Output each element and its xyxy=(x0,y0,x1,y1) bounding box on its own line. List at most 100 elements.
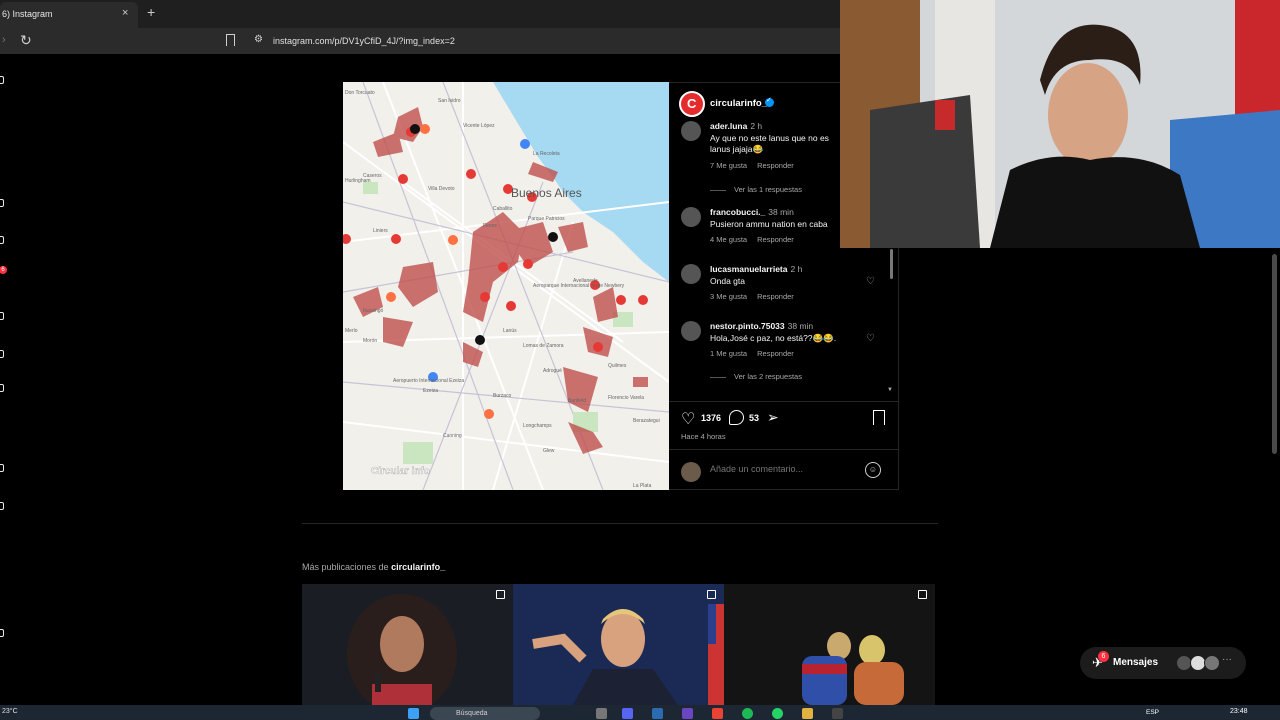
map-place-label: Liniers xyxy=(373,228,388,234)
comment-username[interactable]: nestor.pinto.75033 38 min xyxy=(710,321,813,331)
page-scrollbar[interactable] xyxy=(1272,254,1277,454)
app-icon[interactable] xyxy=(652,708,663,719)
more-posts-heading: Más publicaciones de circularinfo_ xyxy=(302,562,445,572)
reply-button[interactable]: Responder xyxy=(757,161,794,170)
commenter-avatar[interactable] xyxy=(681,207,701,227)
like-heart-icon[interactable]: ♡ xyxy=(681,409,695,429)
map-place-label: Glew xyxy=(543,448,555,454)
map-watermark: Circular info xyxy=(371,466,430,477)
like-count[interactable]: 1376 xyxy=(701,413,721,423)
more-posts-prefix: Más publicaciones de xyxy=(302,562,389,572)
url-field[interactable]: instagram.com/p/DV1yCfiD_4J/?img_index=2 xyxy=(273,36,455,46)
app-icon[interactable] xyxy=(832,708,843,719)
reload-icon[interactable]: ↻ xyxy=(20,32,32,49)
profile-icon[interactable] xyxy=(0,502,4,510)
comment-meta: 4 Me gusta Responder xyxy=(710,235,804,244)
file-explorer-icon[interactable] xyxy=(802,708,813,719)
comment-bubble-icon[interactable] xyxy=(729,410,744,425)
post-thumbnail-singer[interactable] xyxy=(302,584,513,705)
app-icon[interactable] xyxy=(682,708,693,719)
map-place-label: Villa Devoto xyxy=(428,186,455,192)
username-text[interactable]: ader.luna xyxy=(710,121,747,131)
reels-icon[interactable] xyxy=(0,312,4,320)
new-tab-button[interactable]: + xyxy=(147,4,155,20)
messenger-icon[interactable] xyxy=(0,350,4,358)
view-replies-button[interactable]: Ver las 1 respuestas xyxy=(710,185,802,194)
close-tab-icon[interactable]: × xyxy=(122,7,128,19)
username-text[interactable]: francobucci._ xyxy=(710,207,765,217)
task-view-icon[interactable] xyxy=(596,708,607,719)
language-indicator[interactable]: ESP xyxy=(1146,709,1159,716)
map-place-label: Florencio Varela xyxy=(608,395,644,401)
post-thumbnail-politician[interactable] xyxy=(513,584,724,705)
comment-like-heart-icon[interactable]: ♡ xyxy=(866,333,875,344)
map-place-label: Longchamps xyxy=(523,423,552,429)
create-icon[interactable] xyxy=(0,464,4,472)
more-icon: ··· xyxy=(1222,654,1232,665)
comments-scrollbar[interactable] xyxy=(890,249,893,279)
comment-username[interactable]: ader.luna 2 h xyxy=(710,121,762,131)
webcam-video xyxy=(840,0,1280,248)
windows-start-icon[interactable] xyxy=(408,708,419,719)
username-text[interactable]: nestor.pinto.75033 xyxy=(710,321,785,331)
more-posts-account[interactable]: circularinfo_ xyxy=(391,562,445,572)
map-place-label: La Plata xyxy=(633,483,652,489)
emoji-icon[interactable]: ☺ xyxy=(865,462,881,478)
search-nav-icon[interactable] xyxy=(0,199,4,207)
clock[interactable]: 23:48 xyxy=(1230,708,1248,715)
verified-badge-icon xyxy=(765,96,774,107)
author-username[interactable]: circularinfo_ xyxy=(710,98,767,109)
taskbar-search[interactable]: Búsqueda xyxy=(430,707,540,720)
forward-icon[interactable]: › xyxy=(2,34,6,46)
whatsapp-icon[interactable] xyxy=(772,708,783,719)
map-svg: Buenos Aires Circular info Don Torcuato S… xyxy=(343,82,669,490)
menu-icon[interactable] xyxy=(0,629,4,637)
site-info-icon[interactable]: ⚙ xyxy=(254,34,263,45)
chrome-icon[interactable] xyxy=(712,708,723,719)
commenter-avatar[interactable] xyxy=(681,121,701,141)
map-place-label: Vicente López xyxy=(463,123,495,129)
spotify-icon[interactable] xyxy=(742,708,753,719)
comment-like-count[interactable]: 4 Me gusta xyxy=(710,235,747,244)
map-place-label: La Recoleta xyxy=(533,151,560,157)
comment-like-heart-icon[interactable]: ♡ xyxy=(866,276,875,287)
comment-username[interactable]: francobucci._ 38 min xyxy=(710,207,794,217)
address-bar: › ↻ ⚙ instagram.com/p/DV1yCfiD_4J/?img_i… xyxy=(0,28,840,54)
reply-button[interactable]: Responder xyxy=(757,349,794,358)
comment-like-count[interactable]: 3 Me gusta xyxy=(710,292,747,301)
author-avatar[interactable] xyxy=(679,91,705,117)
comment-meta: 3 Me gusta Responder xyxy=(710,292,804,301)
discord-icon[interactable] xyxy=(622,708,633,719)
messages-button[interactable]: ✈ 6 Mensajes ··· xyxy=(1080,647,1246,679)
comment-username[interactable]: lucasmanuelarrieta 2 h xyxy=(710,264,802,274)
map-city-label: Buenos Aires xyxy=(511,186,582,200)
search-label: Búsqueda xyxy=(456,710,488,717)
comment-like-count[interactable]: 7 Me gusta xyxy=(710,161,747,170)
post-thumbnail-wrestlers[interactable] xyxy=(724,584,935,705)
multi-photo-icon xyxy=(496,590,505,599)
comment-time: 2 h xyxy=(750,121,763,131)
scroll-down-arrow-icon[interactable]: ▼ xyxy=(887,387,893,393)
explore-icon[interactable] xyxy=(0,236,4,244)
post-image-map[interactable]: Buenos Aires Circular info Don Torcuato S… xyxy=(343,82,669,490)
reply-button[interactable]: Responder xyxy=(757,235,794,244)
view-replies-button[interactable]: Ver las 2 respuestas xyxy=(710,372,802,381)
reply-button[interactable]: Responder xyxy=(757,292,794,301)
save-bookmark-icon[interactable] xyxy=(873,410,885,425)
commenter-avatar[interactable] xyxy=(681,264,701,284)
add-comment-input[interactable] xyxy=(710,464,850,474)
map-place-label: Lanús xyxy=(503,328,517,334)
comment-like-count[interactable]: 1 Me gusta xyxy=(710,349,747,358)
tab-instagram[interactable]: 6) Instagram × xyxy=(0,2,138,28)
weather-widget[interactable]: 23°C xyxy=(2,708,18,715)
bookmark-icon[interactable] xyxy=(226,34,235,46)
username-text[interactable]: lucasmanuelarrieta xyxy=(710,264,787,274)
share-paper-plane-icon[interactable]: ➢ xyxy=(767,409,779,426)
comment-meta: 1 Me gusta Responder xyxy=(710,349,804,358)
home-icon[interactable] xyxy=(0,76,4,84)
commenter-avatar[interactable] xyxy=(681,321,701,341)
map-place-label: San Isidro xyxy=(438,98,461,104)
map-place-label: Lomas de Zamora xyxy=(523,343,564,349)
heart-nav-icon[interactable] xyxy=(0,384,4,392)
map-place-label: Avellaneda xyxy=(573,278,598,284)
